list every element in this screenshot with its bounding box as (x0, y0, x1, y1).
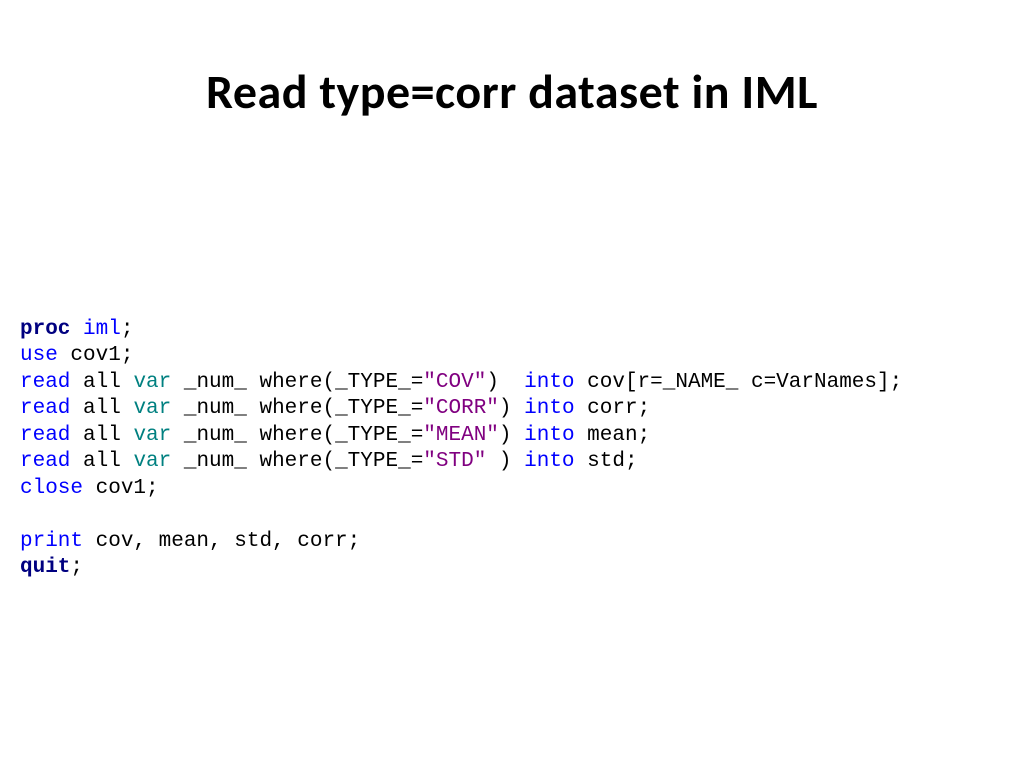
string-literal: "MEAN" (423, 424, 499, 447)
code-text: _num_ where(_TYPE_= (171, 424, 423, 447)
kw-use: use (20, 344, 58, 367)
code-text: all (70, 424, 133, 447)
kw-proc: proc (20, 318, 70, 341)
slide-title: Read type=corr dataset in IML (0, 62, 1024, 121)
code-text: all (70, 450, 133, 473)
code-text: mean; (575, 424, 651, 447)
code-text: std; (575, 450, 638, 473)
code-text: cov, mean, std, corr; (83, 530, 360, 553)
kw-var: var (133, 371, 171, 394)
string-literal: "CORR" (423, 397, 499, 420)
kw-into: into (524, 424, 574, 447)
code-text: _num_ where(_TYPE_= (171, 371, 423, 394)
code-text: all (70, 397, 133, 420)
kw-read: read (20, 424, 70, 447)
kw-var: var (133, 450, 171, 473)
code-text: _num_ where(_TYPE_= (171, 397, 423, 420)
code-text: all (70, 371, 133, 394)
code-text: _num_ where(_TYPE_= (171, 450, 423, 473)
kw-into: into (524, 371, 574, 394)
kw-var: var (133, 424, 171, 447)
kw-var: var (133, 397, 171, 420)
kw-into: into (524, 450, 574, 473)
code-text: ; (121, 318, 134, 341)
kw-iml: iml (83, 318, 121, 341)
blank-line (20, 503, 33, 526)
kw-read: read (20, 450, 70, 473)
code-text: ; (70, 556, 83, 579)
string-literal: "STD" (423, 450, 486, 473)
kw-close: close (20, 477, 83, 500)
kw-read: read (20, 371, 70, 394)
kw-into: into (524, 397, 574, 420)
code-text: corr; (575, 397, 651, 420)
kw-quit: quit (20, 556, 70, 579)
kw-print: print (20, 530, 83, 553)
code-text: ) (486, 371, 524, 394)
string-literal: "COV" (423, 371, 486, 394)
code-block: proc iml; use cov1; read all var _num_ w… (20, 317, 902, 582)
code-text: ) (486, 450, 524, 473)
code-text: cov1; (83, 477, 159, 500)
code-text: ) (499, 397, 524, 420)
code-text: ) (499, 424, 524, 447)
code-text: cov1; (58, 344, 134, 367)
kw-read: read (20, 397, 70, 420)
code-text: cov[r=_NAME_ c=VarNames]; (575, 371, 903, 394)
